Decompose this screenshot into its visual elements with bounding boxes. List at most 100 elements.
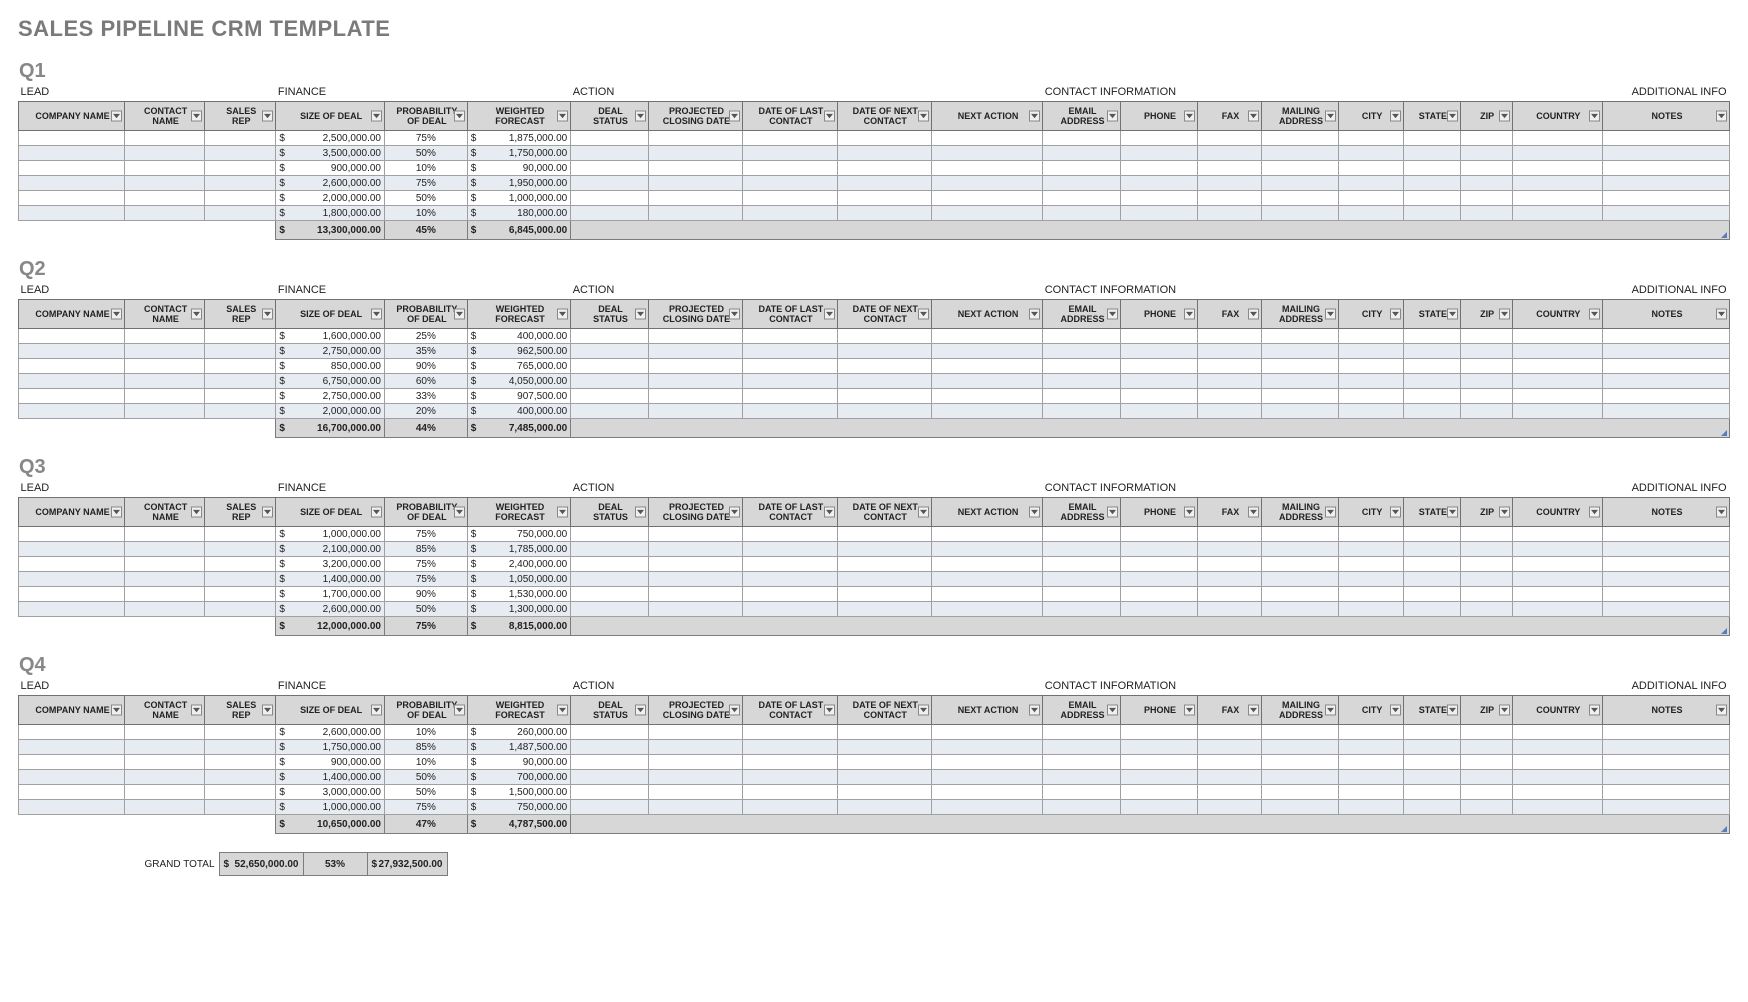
cell-empty[interactable] [19,602,125,617]
filter-dropdown-icon[interactable] [1184,705,1195,716]
filter-dropdown-icon[interactable] [454,507,465,518]
cell-empty[interactable] [1198,329,1261,344]
cell-empty[interactable] [648,770,742,785]
cell-empty[interactable] [931,176,1042,191]
cell-empty[interactable] [1261,161,1339,176]
cell-empty[interactable] [931,527,1042,542]
cell-empty[interactable] [1512,755,1603,770]
col-header[interactable]: COMPANY NAME [19,498,125,527]
col-header[interactable]: STATE [1403,300,1460,329]
cell-size-of-deal[interactable]: $2,600,000.00 [276,602,385,617]
cell-empty[interactable] [571,404,649,419]
col-header[interactable]: FAX [1198,498,1261,527]
cell-empty[interactable] [125,587,205,602]
filter-dropdown-icon[interactable] [191,111,202,122]
cell-empty[interactable] [1403,785,1460,800]
cell-empty[interactable] [19,557,125,572]
cell-empty[interactable] [1603,770,1730,785]
cell-empty[interactable] [1339,572,1404,587]
cell-empty[interactable] [205,374,276,389]
cell-probability[interactable]: 33% [384,389,467,404]
cell-empty[interactable] [1198,587,1261,602]
cell-size-of-deal[interactable]: $1,000,000.00 [276,527,385,542]
filter-dropdown-icon[interactable] [635,309,646,320]
cell-empty[interactable] [1403,176,1460,191]
cell-size-of-deal[interactable]: $2,750,000.00 [276,344,385,359]
cell-empty[interactable] [1261,359,1339,374]
cell-empty[interactable] [1512,389,1603,404]
filter-dropdown-icon[interactable] [557,309,568,320]
filter-dropdown-icon[interactable] [262,111,273,122]
cell-probability[interactable]: 25% [384,329,467,344]
cell-empty[interactable] [1339,329,1404,344]
cell-empty[interactable] [125,770,205,785]
col-header[interactable]: ZIP [1460,102,1512,131]
cell-empty[interactable] [1261,374,1339,389]
cell-empty[interactable] [1403,374,1460,389]
cell-weighted-forecast[interactable]: $400,000.00 [467,329,570,344]
cell-empty[interactable] [1339,374,1404,389]
cell-size-of-deal[interactable]: $1,700,000.00 [276,587,385,602]
cell-probability[interactable]: 50% [384,146,467,161]
filter-dropdown-icon[interactable] [1390,705,1401,716]
cell-size-of-deal[interactable]: $3,500,000.00 [276,146,385,161]
cell-weighted-forecast[interactable]: $400,000.00 [467,404,570,419]
cell-size-of-deal[interactable]: $900,000.00 [276,755,385,770]
cell-empty[interactable] [125,191,205,206]
cell-empty[interactable] [1603,602,1730,617]
cell-empty[interactable] [571,206,649,221]
cell-empty[interactable] [571,131,649,146]
cell-empty[interactable] [837,329,931,344]
col-header[interactable]: NOTES [1603,300,1730,329]
col-header[interactable]: NOTES [1603,498,1730,527]
cell-empty[interactable] [1603,131,1730,146]
filter-dropdown-icon[interactable] [1325,705,1336,716]
cell-empty[interactable] [205,542,276,557]
cell-empty[interactable] [1460,740,1512,755]
col-header[interactable]: PHONE [1120,498,1198,527]
cell-empty[interactable] [1460,785,1512,800]
cell-empty[interactable] [1512,344,1603,359]
filter-dropdown-icon[interactable] [1447,507,1458,518]
filter-dropdown-icon[interactable] [1184,507,1195,518]
cell-size-of-deal[interactable]: $6,750,000.00 [276,374,385,389]
cell-empty[interactable] [1043,191,1121,206]
col-header[interactable]: COMPANY NAME [19,102,125,131]
filter-dropdown-icon[interactable] [1390,111,1401,122]
cell-empty[interactable] [205,344,276,359]
cell-empty[interactable] [1261,785,1339,800]
cell-empty[interactable] [837,191,931,206]
cell-empty[interactable] [1198,374,1261,389]
col-header[interactable]: FAX [1198,696,1261,725]
cell-empty[interactable] [19,785,125,800]
col-header[interactable]: CITY [1339,696,1404,725]
cell-empty[interactable] [1120,542,1198,557]
cell-empty[interactable] [571,191,649,206]
cell-empty[interactable] [125,785,205,800]
cell-empty[interactable] [125,800,205,815]
col-header[interactable]: DATE OF NEXT CONTACT [837,102,931,131]
cell-empty[interactable] [205,770,276,785]
cell-empty[interactable] [1512,785,1603,800]
cell-empty[interactable] [1261,602,1339,617]
filter-dropdown-icon[interactable] [729,309,740,320]
cell-empty[interactable] [1603,329,1730,344]
cell-empty[interactable] [1603,146,1730,161]
cell-size-of-deal[interactable]: $3,000,000.00 [276,785,385,800]
filter-dropdown-icon[interactable] [635,705,646,716]
col-header[interactable]: SALES REP [205,498,276,527]
cell-probability[interactable]: 85% [384,542,467,557]
cell-empty[interactable] [648,146,742,161]
filter-dropdown-icon[interactable] [111,111,122,122]
col-header[interactable]: EMAIL ADDRESS [1043,696,1121,725]
cell-empty[interactable] [931,329,1042,344]
cell-empty[interactable] [1460,146,1512,161]
cell-weighted-forecast[interactable]: $2,400,000.00 [467,557,570,572]
cell-empty[interactable] [1403,344,1460,359]
cell-empty[interactable] [1120,572,1198,587]
cell-empty[interactable] [1603,404,1730,419]
cell-empty[interactable] [571,740,649,755]
cell-empty[interactable] [931,557,1042,572]
cell-empty[interactable] [1403,191,1460,206]
cell-empty[interactable] [205,785,276,800]
